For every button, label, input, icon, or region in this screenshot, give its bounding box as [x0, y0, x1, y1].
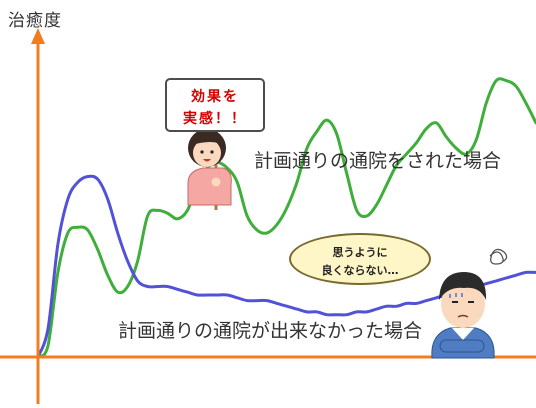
planned-visits-caption: 計画通りの通院をされた場合	[254, 150, 502, 172]
man-arms	[439, 339, 485, 353]
woman-eye-right	[210, 150, 214, 154]
bubble-text-line-2: 良くならない…	[321, 264, 399, 277]
speech-bubble: 思うように 良くならない…	[289, 233, 431, 285]
woman-eye-left	[200, 150, 204, 154]
man-illustration	[431, 248, 508, 359]
y-axis-label: 治癒度	[8, 11, 62, 31]
effect-sign: 効果を 実感！！	[165, 78, 265, 132]
sign-text-line-1: 効果を	[191, 89, 239, 105]
confused-scribble-icon	[489, 248, 508, 265]
missed-visits-caption: 計画通りの通院が出来なかった場合	[118, 320, 423, 342]
bubble-text-line-1: 思うように	[332, 246, 388, 259]
woman-illustration	[187, 129, 232, 210]
woman-body	[187, 167, 232, 206]
graph-area	[0, 28, 536, 404]
sign-text-line-2: 実感！！	[183, 111, 247, 127]
woman-hand	[211, 177, 221, 187]
